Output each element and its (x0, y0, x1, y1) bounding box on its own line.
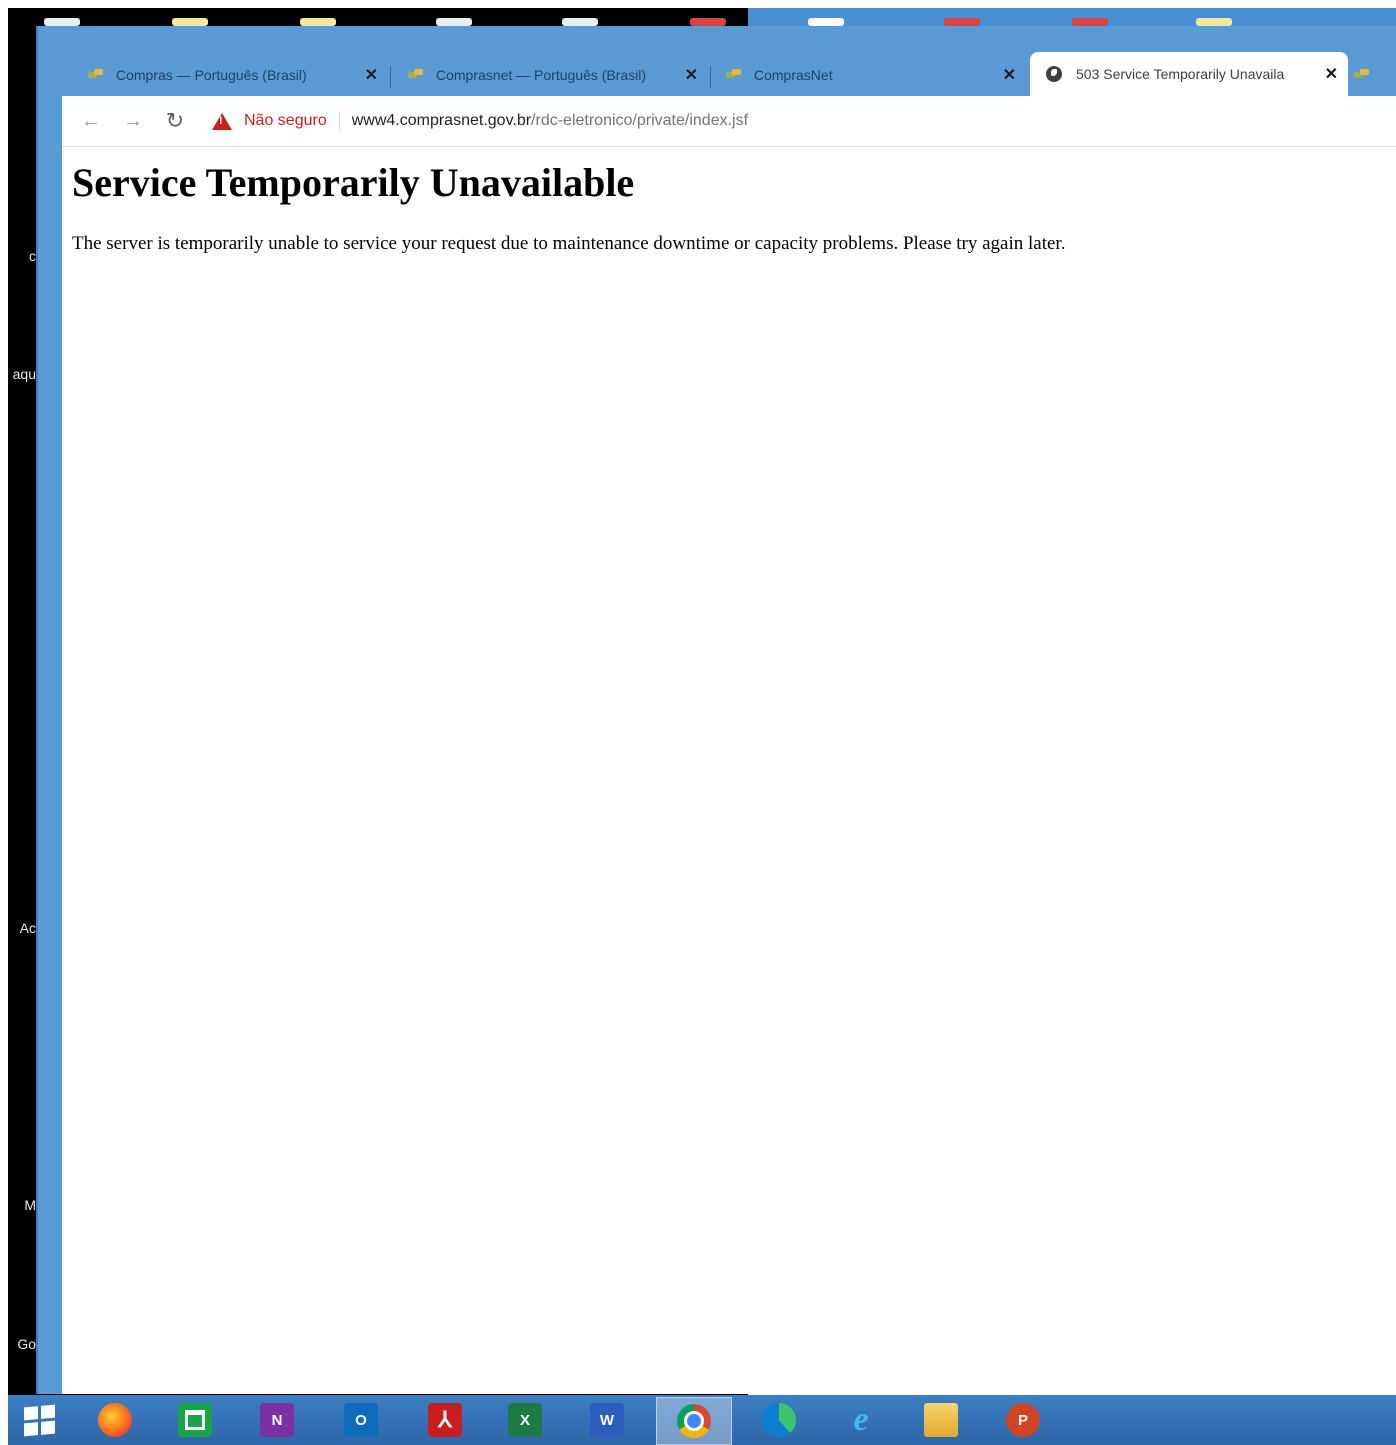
desktop-thumb (562, 18, 598, 26)
desktop-thumb (172, 18, 208, 26)
desktop-side-text: M (24, 1197, 36, 1213)
tab-separator (390, 66, 391, 88)
desktop-side-text: c (29, 248, 36, 264)
site-favicon-icon (1354, 69, 1370, 81)
excel-icon: X (508, 1403, 542, 1437)
tab-title: Compras — Português (Brasil) (116, 67, 307, 83)
desktop-thumb (436, 18, 472, 26)
folder-icon (924, 1403, 958, 1437)
close-tab-icon[interactable]: ✕ (1325, 64, 1338, 84)
desktop-side-text: Ac (19, 920, 36, 936)
taskbar-acrobat[interactable]: ⅄ (426, 1401, 464, 1439)
globe-icon (1046, 66, 1062, 82)
taskbar-edge[interactable] (760, 1401, 798, 1439)
taskbar-powerpoint[interactable]: P (1004, 1401, 1042, 1439)
desktop-side-text: Go (17, 1336, 36, 1352)
page-content: Service Temporarily Unavailable The serv… (62, 147, 1396, 1394)
browser-toolbar: ← → ↻ Não seguro www4.comprasnet.gov.br … (62, 96, 1396, 147)
url-path[interactable]: /rdc-eletronico/private/index.jsf (531, 112, 748, 130)
bag-glyph (185, 1410, 205, 1430)
desktop-thumb (944, 18, 980, 26)
reload-icon[interactable]: ↻ (162, 108, 188, 134)
taskbar-excel[interactable]: X (506, 1401, 544, 1439)
taskbar-file-explorer[interactable] (922, 1401, 960, 1439)
taskbar-outlook[interactable]: O (342, 1401, 380, 1439)
desktop-thumb (690, 18, 726, 26)
powerpoint-icon: P (1006, 1403, 1040, 1437)
store-icon (178, 1403, 212, 1437)
taskbar-ie[interactable]: e (842, 1401, 880, 1439)
onenote-icon: N (260, 1403, 294, 1437)
close-tab-icon[interactable]: ✕ (685, 65, 698, 85)
firefox-icon (98, 1403, 132, 1437)
back-arrow-icon[interactable]: ← (78, 108, 104, 134)
site-favicon-icon (408, 69, 424, 81)
chrome-icon (677, 1404, 711, 1438)
forward-arrow-icon[interactable]: → (120, 108, 146, 134)
tab-separator (710, 66, 711, 88)
warning-icon[interactable] (212, 112, 232, 130)
desktop-edge (0, 0, 8, 1445)
site-favicon-icon (726, 69, 742, 81)
taskbar-firefox[interactable] (96, 1401, 134, 1439)
internet-explorer-icon: e (853, 1401, 869, 1438)
chrome-center (684, 1411, 704, 1431)
desktop-side-text: aqu (12, 366, 36, 382)
browser-window: Compras — Português (Brasil) ✕ Comprasne… (36, 26, 1396, 1394)
desktop-thumb (300, 18, 336, 26)
edge-icon (762, 1403, 796, 1437)
page-title: Service Temporarily Unavailable (72, 160, 635, 205)
tab-title: 503 Service Temporarily Unavaila (1076, 66, 1285, 82)
site-favicon-icon (88, 69, 104, 81)
tab-overflow[interactable] (1354, 56, 1396, 94)
error-message: The server is temporarily unable to serv… (72, 233, 1066, 254)
close-tab-icon[interactable]: ✕ (1003, 65, 1016, 85)
windows-logo-icon (23, 1404, 55, 1436)
tab-compras[interactable]: Compras — Português (Brasil) ✕ (88, 56, 388, 94)
close-tab-icon[interactable]: ✕ (365, 65, 378, 85)
tab-active-503[interactable]: 503 Service Temporarily Unavaila ✕ (1030, 52, 1348, 96)
acrobat-icon: ⅄ (428, 1403, 462, 1437)
taskbar-word[interactable]: W (588, 1401, 626, 1439)
tab-title: ComprasNet (754, 67, 833, 83)
taskbar: N O ⅄ X W e P (8, 1395, 1396, 1445)
url-host[interactable]: www4.comprasnet.gov.br (352, 112, 531, 130)
desktop-thumb (44, 18, 80, 26)
taskbar-chrome[interactable] (656, 1397, 732, 1445)
tab-comprasnet-home[interactable]: ComprasNet ✕ (726, 56, 1026, 94)
tab-comprasnet[interactable]: Comprasnet — Português (Brasil) ✕ (408, 56, 708, 94)
tab-title: Comprasnet — Português (Brasil) (436, 67, 647, 83)
taskbar-onenote[interactable]: N (258, 1401, 296, 1439)
taskbar-store[interactable] (176, 1401, 214, 1439)
outlook-icon: O (344, 1403, 378, 1437)
word-icon: W (590, 1403, 624, 1437)
tab-strip: Compras — Português (Brasil) ✕ Comprasne… (62, 48, 1396, 96)
address-divider (338, 111, 340, 131)
desktop-thumb (1072, 18, 1108, 26)
start-button[interactable] (20, 1401, 58, 1439)
desktop-thumb (1196, 18, 1232, 26)
address-bar[interactable]: Não seguro www4.comprasnet.gov.br /rdc-e… (212, 102, 1396, 140)
security-status[interactable]: Não seguro (244, 112, 327, 130)
desktop-thumb (808, 18, 844, 26)
